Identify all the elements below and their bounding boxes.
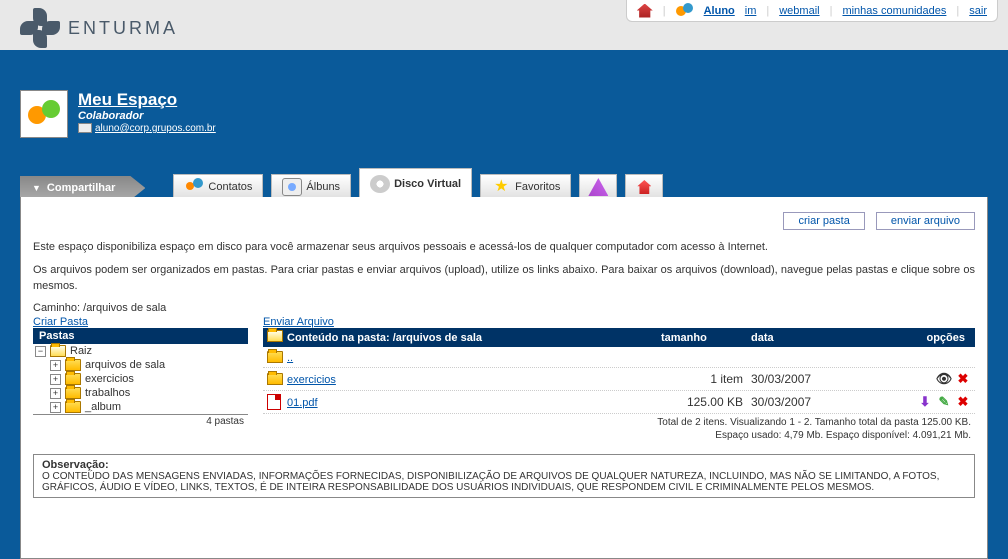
- brand-logo: ENTURMA: [20, 8, 178, 48]
- logo-icon: [20, 8, 60, 48]
- file-table-footer: Total de 2 itens. Visualizando 1 - 2. Ta…: [263, 414, 975, 444]
- tree-item[interactable]: +exercicios: [33, 372, 248, 386]
- tree-root[interactable]: −Raiz: [33, 344, 248, 358]
- nav-aluno[interactable]: Aluno: [704, 5, 735, 17]
- enviar-arquivo-button[interactable]: enviar arquivo: [876, 212, 975, 230]
- enviar-arquivo-link[interactable]: Enviar Arquivo: [263, 316, 334, 328]
- file-table-header: Conteúdo na pasta: /arquivos de sala tam…: [263, 328, 975, 347]
- contacts-icon: [184, 178, 204, 196]
- tree-header: Pastas: [33, 328, 248, 344]
- delete-icon[interactable]: ✖: [955, 371, 971, 387]
- edit-icon[interactable]: ✎: [936, 394, 952, 410]
- folder-link[interactable]: exercicios: [287, 374, 336, 386]
- criar-pasta-link[interactable]: Criar Pasta: [33, 316, 88, 328]
- file-date: 30/03/2007: [751, 372, 861, 386]
- folder-icon: [267, 373, 283, 385]
- nav-webmail[interactable]: webmail: [779, 5, 819, 17]
- folder-icon: [65, 359, 81, 371]
- expand-icon[interactable]: +: [50, 374, 61, 385]
- brand-name: ENTURMA: [68, 18, 178, 39]
- party-icon: [588, 178, 608, 196]
- favorites-icon: [491, 178, 511, 196]
- up-link[interactable]: ..: [287, 352, 293, 364]
- criar-pasta-button[interactable]: criar pasta: [783, 212, 864, 230]
- tree-footer: 4 pastas: [33, 414, 248, 428]
- observation-box: Observação: O CONTEÚDO DAS MENSAGENS ENV…: [33, 454, 975, 498]
- expand-icon[interactable]: +: [50, 402, 61, 413]
- delete-icon[interactable]: ✖: [955, 394, 971, 410]
- file-size: 125.00 KB: [661, 395, 751, 409]
- view-icon[interactable]: 👁: [936, 371, 952, 387]
- page-title[interactable]: Meu Espaço: [78, 90, 216, 110]
- tree-item[interactable]: +_album: [33, 400, 248, 414]
- file-row: exercicios 1 item 30/03/2007 👁 ✖: [263, 368, 975, 391]
- breadcrumb: Caminho: /arquivos de sala: [33, 302, 975, 314]
- file-link[interactable]: 01.pdf: [287, 397, 318, 409]
- tab-disco-virtual[interactable]: Disco Virtual: [359, 168, 472, 200]
- user-role: Colaborador: [78, 110, 216, 122]
- disk-icon: [370, 175, 390, 193]
- file-date: 30/03/2007: [751, 395, 861, 409]
- tree-item[interactable]: +trabalhos: [33, 386, 248, 400]
- file-row: 01.pdf 125.00 KB 30/03/2007 ⬇ ✎ ✖: [263, 391, 975, 414]
- nav-comunidades[interactable]: minhas comunidades: [842, 5, 946, 17]
- parent-folder-row[interactable]: ..: [263, 347, 975, 368]
- folder-icon: [65, 401, 81, 413]
- folder-icon: [65, 387, 81, 399]
- expand-icon[interactable]: +: [50, 388, 61, 399]
- house-icon: [634, 178, 654, 196]
- pdf-icon: [267, 394, 281, 410]
- intro-text-1: Este espaço disponibiliza espaço em disc…: [33, 240, 975, 255]
- tree-item[interactable]: +arquivos de sala: [33, 358, 248, 372]
- albums-icon: [282, 178, 302, 196]
- mail-icon: [78, 123, 92, 133]
- home-icon[interactable]: [637, 4, 653, 18]
- tabs-bar: Compartilhar Contatos Álbuns Disco Virtu…: [20, 165, 988, 200]
- folder-icon: [65, 373, 81, 385]
- folder-icon: [267, 351, 283, 363]
- avatar: [20, 90, 68, 138]
- user-email[interactable]: aluno@corp.grupos.com.br: [95, 123, 216, 134]
- download-icon[interactable]: ⬇: [917, 394, 933, 410]
- collapse-icon[interactable]: −: [35, 346, 46, 357]
- observation-body: O CONTEÚDO DAS MENSAGENS ENVIADAS, INFOR…: [42, 471, 939, 493]
- profile-header: Meu Espaço Colaborador aluno@corp.grupos…: [20, 90, 216, 138]
- nav-sair[interactable]: sair: [969, 5, 987, 17]
- people-icon: [676, 3, 694, 19]
- intro-text-2: Os arquivos podem ser organizados em pas…: [33, 263, 975, 294]
- folder-open-icon: [267, 330, 283, 342]
- folder-icon: [50, 345, 66, 357]
- main-content: criar pasta enviar arquivo Este espaço d…: [20, 197, 988, 559]
- top-nav: | Aluno im | webmail | minhas comunidade…: [626, 0, 998, 22]
- observation-title: Observação:: [42, 459, 109, 471]
- folder-tree: −Raiz +arquivos de sala +exercicios +tra…: [33, 344, 248, 414]
- expand-icon[interactable]: +: [50, 360, 61, 371]
- nav-im[interactable]: im: [745, 5, 757, 17]
- file-size: 1 item: [661, 372, 751, 386]
